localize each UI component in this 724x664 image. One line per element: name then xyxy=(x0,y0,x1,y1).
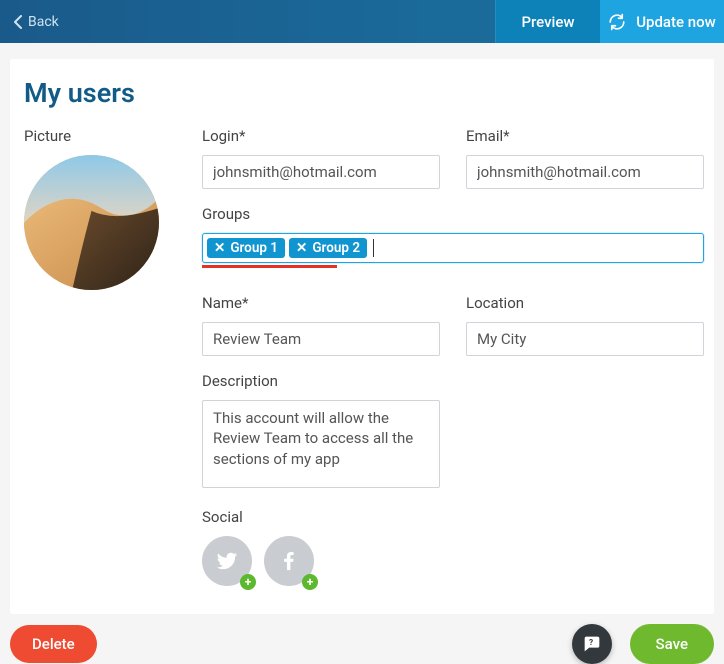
email-field: Email* xyxy=(466,127,704,189)
update-label: Update now xyxy=(636,13,716,31)
avatar-image xyxy=(24,155,159,290)
group-tag-label: Group 2 xyxy=(312,240,360,256)
twitter-button[interactable]: + xyxy=(202,536,252,586)
group-tag-label: Group 1 xyxy=(230,240,278,256)
location-input[interactable] xyxy=(466,322,704,356)
groups-label: Groups xyxy=(202,205,704,223)
social-label: Social xyxy=(202,508,440,526)
refresh-icon xyxy=(608,13,626,31)
email-input[interactable] xyxy=(466,155,704,189)
social-field: Social + + xyxy=(202,508,440,586)
page-content: My users Picture xyxy=(10,59,714,614)
plus-badge-icon: + xyxy=(302,574,318,590)
social-icons-row: + + xyxy=(202,536,440,586)
login-label: Login* xyxy=(202,127,440,145)
facebook-button[interactable]: + xyxy=(264,536,314,586)
help-chat-button[interactable]: ? xyxy=(572,624,612,664)
description-input[interactable] xyxy=(202,400,440,488)
user-form: Picture xyxy=(24,127,700,602)
group-tag: ✕ Group 2 xyxy=(289,238,367,258)
login-field: Login* xyxy=(202,127,440,189)
fields-column: Login* Email* Groups ✕ Group 1 xyxy=(202,127,704,602)
top-bar: Back Preview Update now xyxy=(0,0,724,43)
back-button[interactable]: Back xyxy=(0,0,73,43)
login-input[interactable] xyxy=(202,155,440,189)
remove-tag-icon[interactable]: ✕ xyxy=(296,240,307,256)
footer: Delete ? Save xyxy=(10,624,714,664)
page-title: My users xyxy=(24,77,700,109)
preview-label: Preview xyxy=(521,13,574,31)
twitter-icon xyxy=(216,550,238,572)
name-input[interactable] xyxy=(202,322,440,356)
svg-text:?: ? xyxy=(589,638,593,648)
description-label: Description xyxy=(202,372,440,390)
name-label: Name* xyxy=(202,294,440,312)
facebook-icon xyxy=(278,550,300,572)
back-label: Back xyxy=(28,14,59,30)
avatar[interactable] xyxy=(24,155,159,290)
update-now-button[interactable]: Update now xyxy=(600,0,724,43)
plus-badge-icon: + xyxy=(240,574,256,590)
validation-underline xyxy=(202,265,337,268)
location-label: Location xyxy=(466,294,704,312)
name-field: Name* xyxy=(202,294,440,356)
text-cursor xyxy=(373,239,374,257)
location-field: Location xyxy=(466,294,704,356)
groups-field: Groups ✕ Group 1 ✕ Group 2 xyxy=(202,205,704,268)
group-tag: ✕ Group 1 xyxy=(207,238,285,258)
groups-input-wrap[interactable]: ✕ Group 1 ✕ Group 2 xyxy=(202,233,704,263)
save-button[interactable]: Save xyxy=(630,624,714,664)
picture-column: Picture xyxy=(24,127,194,602)
remove-tag-icon[interactable]: ✕ xyxy=(214,240,225,256)
preview-button[interactable]: Preview xyxy=(495,0,600,43)
email-label: Email* xyxy=(466,127,704,145)
picture-label: Picture xyxy=(24,127,194,145)
chat-help-icon: ? xyxy=(581,633,603,655)
delete-button[interactable]: Delete xyxy=(10,625,97,663)
description-field: Description xyxy=(202,372,440,492)
chevron-left-icon xyxy=(14,15,22,29)
groups-text-input[interactable] xyxy=(378,238,699,258)
topbar-spacer xyxy=(73,0,495,43)
